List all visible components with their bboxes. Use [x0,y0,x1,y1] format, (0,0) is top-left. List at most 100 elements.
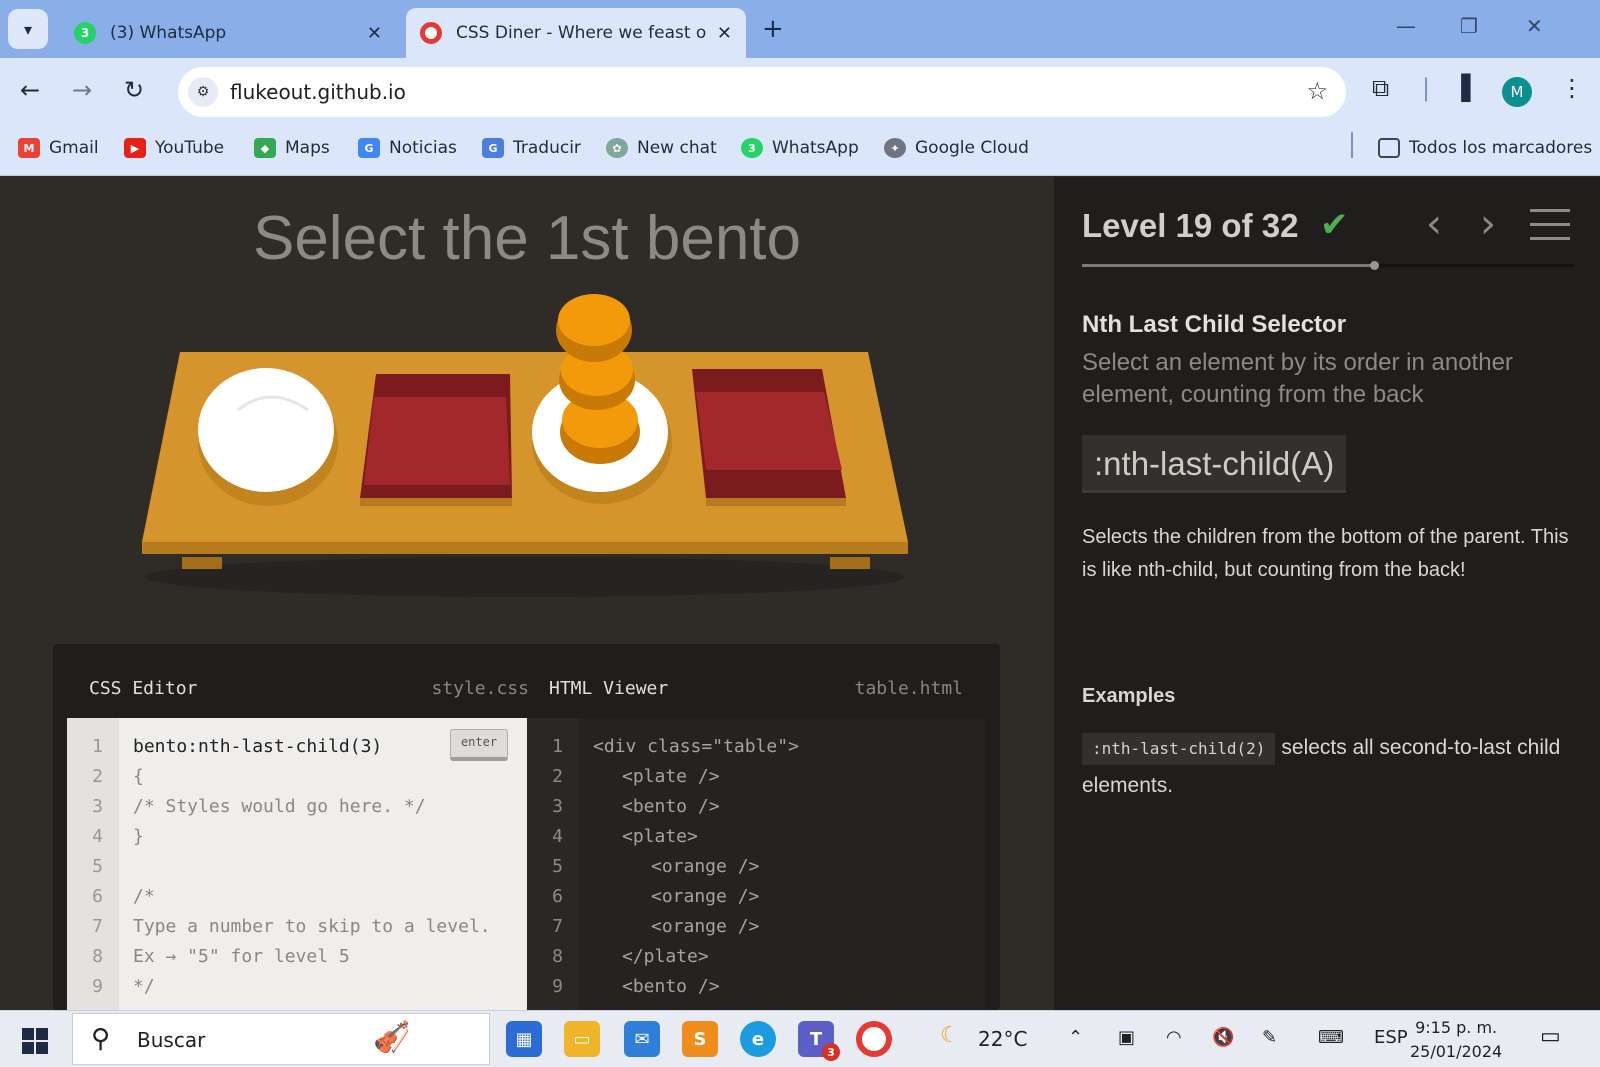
selector-syntax: :nth-last-child(A) [1082,435,1347,493]
system-clock[interactable]: 9:15 p. m. 25/01/2024 [1410,1016,1502,1064]
css-diner-icon [420,22,442,44]
address-toolbar: ← → ↻ ⚙ flukeout.github.io ☆ ⧉ | ▐ ⋮ [0,58,1600,126]
examples-heading: Examples [1082,685,1176,707]
bookmarks-bar: M Gmail ▶ YouTube ◆ Maps G Noticias G Traduci… [0,126,1600,176]
clock-time: 9:15 p. m. [1415,1018,1498,1037]
teams-icon[interactable]: T3 [798,1021,840,1061]
html-line[interactable]: <orange /> [651,856,759,877]
next-level-icon[interactable]: › [1480,201,1496,247]
html-line[interactable]: <bento /> [622,976,720,997]
tab-whatsapp[interactable]: 3 (3) WhatsApp ✕ [60,8,396,58]
chrome-menu-icon[interactable]: ⋮ [1560,74,1584,102]
extensions-icon[interactable]: ⧉ [1372,74,1389,102]
file-explorer-icon[interactable]: ▭ [564,1021,600,1057]
touch-keyboard-icon[interactable]: ⌨ [1318,1027,1344,1048]
close-tab-icon[interactable]: ✕ [367,23,382,44]
close-tab-icon[interactable]: ✕ [717,23,732,44]
restore-icon[interactable]: ❐ [1460,14,1478,38]
bento-inner [696,392,842,470]
html-line[interactable]: </plate> [622,946,709,967]
taskbar-search[interactable]: ⚲ Buscar 🎻 [72,1013,490,1065]
html-line[interactable]: <orange /> [651,886,759,907]
close-window-icon[interactable]: ✕ [1526,14,1543,38]
line-number: 9 [92,976,103,997]
css-editor[interactable]: 1 2 3 4 5 6 7 8 9 bento:nth-last-child(3… [67,718,527,1010]
css-editor-title: CSS Editor [89,677,198,699]
html-line[interactable]: <orange /> [651,916,759,937]
maps-icon: ◆ [254,138,276,158]
pen-icon[interactable]: ✎ [1262,1027,1277,1048]
bookmark-noticias[interactable]: G Noticias [358,138,457,158]
table-leg [182,557,222,569]
weather-temp[interactable]: 22°C [978,1027,1027,1051]
search-input[interactable]: Buscar [137,1028,205,1052]
folder-icon [1378,138,1400,158]
html-line[interactable]: <div class="table"> [593,736,799,757]
line-gutter: 1 2 3 4 5 6 7 8 9 [67,718,119,1010]
html-line[interactable]: <bento /> [622,796,720,817]
html-viewer: 1 2 3 4 5 6 7 8 9 <div class="table"> <p… [527,718,986,1010]
tray-edge [142,542,908,554]
page-title: Select the 1st bento [252,204,802,273]
volume-muted-icon[interactable]: 🔇 [1212,1027,1234,1048]
bookmark-maps[interactable]: ◆ Maps [254,138,330,158]
show-hidden-icon[interactable]: ⌃ [1068,1027,1083,1048]
tab-css-diner[interactable]: CSS Diner - Where we feast on CSS ✕ [406,8,746,58]
bookmark-star-icon[interactable]: ☆ [1306,77,1328,105]
language-indicator[interactable]: ESP [1374,1027,1408,1048]
chrome-icon[interactable] [856,1021,892,1057]
store-icon[interactable]: ▦ [506,1021,542,1057]
bookmark-traducir[interactable]: G Traducir [482,138,581,158]
side-panel-icon[interactable]: ▐ [1452,74,1470,102]
site-info-icon[interactable]: ⚙ [188,77,218,107]
level-progress [1082,261,1574,270]
wifi-icon[interactable]: ◠ [1166,1027,1182,1048]
bento-shadow [360,498,512,506]
bookmark-youtube[interactable]: ▶ YouTube [124,138,224,158]
news-icon: G [358,138,380,158]
avatar[interactable]: M [1502,77,1532,107]
minimize-icon[interactable]: — [1396,14,1416,38]
bookmark-google-cloud[interactable]: ✦ Google Cloud [884,138,1029,158]
chevron-down-icon: ▾ [23,19,33,39]
all-bookmarks[interactable]: Todos los marcadores [1378,138,1592,158]
edge-icon[interactable]: e [740,1021,776,1057]
mail-icon[interactable]: ✉ [624,1021,660,1057]
notifications-icon[interactable]: ▭ [1540,1024,1561,1049]
weather-moon-icon: ☾ [940,1023,960,1048]
enter-button[interactable]: enter [450,729,508,761]
css-editor-header: CSS Editor style.css [89,658,529,718]
address-bar[interactable]: ⚙ flukeout.github.io ☆ [178,67,1346,117]
windows-start-icon[interactable] [22,1028,48,1054]
level-indicator: Level 19 of 32 [1082,207,1299,244]
table-scene [142,294,908,597]
code-line: Type a number to skip to a level. [133,916,491,937]
search-icon: ⚲ [91,1024,111,1054]
code-line: /* [133,886,155,907]
whatsapp-icon: 3 [74,22,96,44]
plate[interactable] [198,368,334,492]
back-icon[interactable]: ← [20,76,40,104]
html-line[interactable]: <plate> [622,826,698,847]
translate-icon: G [482,138,504,158]
tab-search-button[interactable]: ▾ [8,9,48,49]
reload-icon[interactable]: ↻ [124,76,144,104]
bookmark-new-chat[interactable]: ✿ New chat [606,138,717,158]
selector-name: Nth Last Child Selector [1082,311,1347,338]
bookmark-whatsapp[interactable]: 3 WhatsApp [741,138,859,158]
bookmark-gmail[interactable]: M Gmail [18,138,99,158]
checkmark-icon: ✔ [1320,205,1349,245]
line-number: 4 [92,826,103,847]
new-tab-button[interactable]: + [762,14,784,44]
previous-level-icon[interactable]: ‹ [1426,201,1442,247]
html-line[interactable]: <plate /> [622,766,720,787]
menu-icon[interactable] [1530,209,1570,251]
toolbar-divider: | [1422,74,1431,102]
forward-icon[interactable]: → [72,76,92,104]
sublime-icon[interactable]: S [682,1021,718,1057]
url-text[interactable]: flukeout.github.io [230,80,406,104]
meet-now-icon[interactable]: ▣ [1118,1027,1135,1048]
youtube-icon: ▶ [124,138,146,158]
line-number: 7 [552,916,563,937]
css-input[interactable]: bento:nth-last-child(3) [133,736,382,757]
